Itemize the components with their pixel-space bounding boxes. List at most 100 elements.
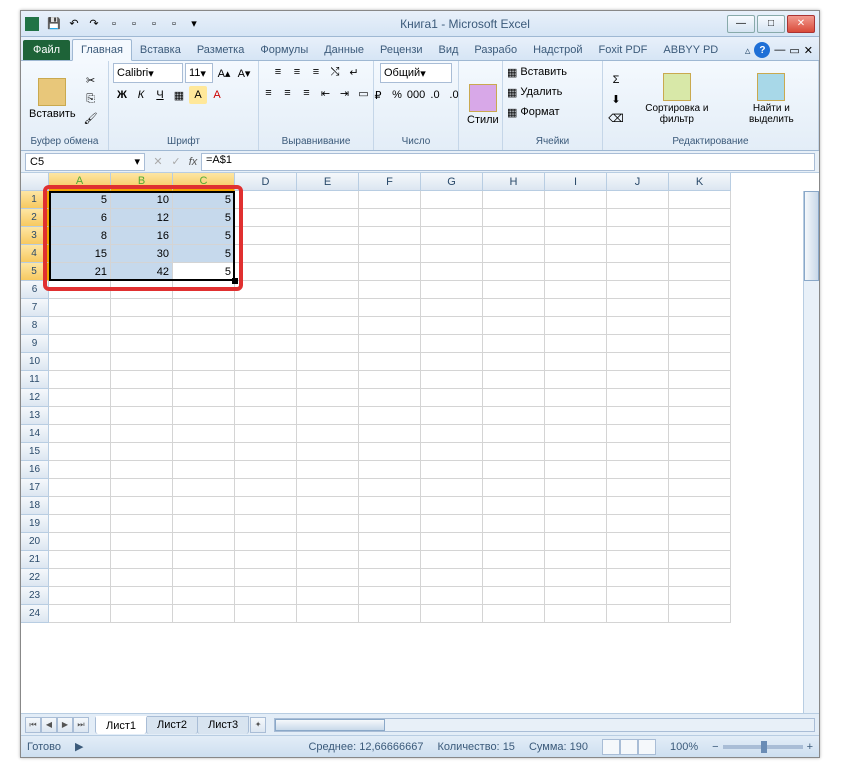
cell-C13[interactable] [173, 407, 235, 425]
cell-C21[interactable] [173, 551, 235, 569]
cell-K7[interactable] [669, 299, 731, 317]
cell-H14[interactable] [483, 425, 545, 443]
cell-D16[interactable] [235, 461, 297, 479]
cell-K8[interactable] [669, 317, 731, 335]
paste-button[interactable]: Вставить [25, 76, 80, 122]
cell-D1[interactable] [235, 191, 297, 209]
cell-H24[interactable] [483, 605, 545, 623]
view-break-icon[interactable] [638, 739, 656, 755]
cell-I8[interactable] [545, 317, 607, 335]
col-header-B[interactable]: B [111, 173, 173, 191]
currency-icon[interactable]: ₽ [369, 86, 387, 104]
tab-file[interactable]: Файл [23, 40, 70, 60]
cell-G10[interactable] [421, 353, 483, 371]
row-header-9[interactable]: 9 [21, 335, 49, 353]
cell-I15[interactable] [545, 443, 607, 461]
cell-F2[interactable] [359, 209, 421, 227]
cell-H5[interactable] [483, 263, 545, 281]
cell-C5[interactable]: 5 [173, 263, 235, 281]
cell-A8[interactable] [49, 317, 111, 335]
qat-dropdown-icon[interactable]: ▾ [185, 15, 203, 33]
cell-I5[interactable] [545, 263, 607, 281]
cell-C3[interactable]: 5 [173, 227, 235, 245]
cell-K23[interactable] [669, 587, 731, 605]
cell-A16[interactable] [49, 461, 111, 479]
cell-K1[interactable] [669, 191, 731, 209]
cell-H6[interactable] [483, 281, 545, 299]
cell-B14[interactable] [111, 425, 173, 443]
cell-K12[interactable] [669, 389, 731, 407]
cell-E12[interactable] [297, 389, 359, 407]
cell-B3[interactable]: 16 [111, 227, 173, 245]
cell-F20[interactable] [359, 533, 421, 551]
cell-B8[interactable] [111, 317, 173, 335]
cell-A20[interactable] [49, 533, 111, 551]
cell-H4[interactable] [483, 245, 545, 263]
cell-J9[interactable] [607, 335, 669, 353]
tab-abbyy pd[interactable]: ABBYY PD [655, 40, 726, 60]
cell-C23[interactable] [173, 587, 235, 605]
tab-главная[interactable]: Главная [72, 39, 132, 61]
cell-B24[interactable] [111, 605, 173, 623]
row-header-1[interactable]: 1 [21, 191, 49, 209]
cell-H22[interactable] [483, 569, 545, 587]
autosum-icon[interactable]: Σ [607, 71, 625, 89]
cell-I18[interactable] [545, 497, 607, 515]
cell-D5[interactable] [235, 263, 297, 281]
cell-J24[interactable] [607, 605, 669, 623]
cell-E15[interactable] [297, 443, 359, 461]
cell-J17[interactable] [607, 479, 669, 497]
cell-G9[interactable] [421, 335, 483, 353]
cell-G21[interactable] [421, 551, 483, 569]
border-icon[interactable]: ▦ [170, 86, 188, 104]
cell-H17[interactable] [483, 479, 545, 497]
sheet-nav-next-icon[interactable]: ▶ [57, 717, 73, 733]
cell-B21[interactable] [111, 551, 173, 569]
number-format-select[interactable]: Общий▾ [380, 63, 452, 83]
cell-G24[interactable] [421, 605, 483, 623]
qat-btn[interactable]: ▫ [145, 15, 163, 33]
cell-G5[interactable] [421, 263, 483, 281]
sheet-nav-prev-icon[interactable]: ◀ [41, 717, 57, 733]
row-header-24[interactable]: 24 [21, 605, 49, 623]
inc-decimal-icon[interactable]: .0 [426, 86, 444, 104]
cell-B15[interactable] [111, 443, 173, 461]
qat-redo-icon[interactable]: ↷ [85, 15, 103, 33]
cell-D9[interactable] [235, 335, 297, 353]
row-header-17[interactable]: 17 [21, 479, 49, 497]
align-mid-icon[interactable]: ≡ [288, 63, 306, 81]
workbook-close-icon[interactable]: ✕ [804, 44, 813, 57]
cell-I4[interactable] [545, 245, 607, 263]
cell-K4[interactable] [669, 245, 731, 263]
cell-F10[interactable] [359, 353, 421, 371]
qat-save-icon[interactable]: 💾 [45, 15, 63, 33]
align-bot-icon[interactable]: ≡ [307, 63, 325, 81]
cell-F16[interactable] [359, 461, 421, 479]
cell-H23[interactable] [483, 587, 545, 605]
cell-D19[interactable] [235, 515, 297, 533]
fill-color-icon[interactable]: A [189, 86, 207, 104]
cell-C11[interactable] [173, 371, 235, 389]
underline-button[interactable]: Ч [151, 86, 169, 104]
col-header-I[interactable]: I [545, 173, 607, 191]
cell-D21[interactable] [235, 551, 297, 569]
cell-H3[interactable] [483, 227, 545, 245]
qat-undo-icon[interactable]: ↶ [65, 15, 83, 33]
cell-K16[interactable] [669, 461, 731, 479]
cell-H11[interactable] [483, 371, 545, 389]
cell-J15[interactable] [607, 443, 669, 461]
wrap-text-icon[interactable]: ↵ [345, 63, 363, 81]
cell-H9[interactable] [483, 335, 545, 353]
cell-H8[interactable] [483, 317, 545, 335]
cell-G7[interactable] [421, 299, 483, 317]
cell-K20[interactable] [669, 533, 731, 551]
cell-F19[interactable] [359, 515, 421, 533]
cell-B5[interactable]: 42 [111, 263, 173, 281]
cell-F4[interactable] [359, 245, 421, 263]
delete-cells-button[interactable]: ▦ Удалить [507, 83, 598, 101]
cell-B18[interactable] [111, 497, 173, 515]
cell-F23[interactable] [359, 587, 421, 605]
cell-D18[interactable] [235, 497, 297, 515]
cell-C16[interactable] [173, 461, 235, 479]
cell-E8[interactable] [297, 317, 359, 335]
